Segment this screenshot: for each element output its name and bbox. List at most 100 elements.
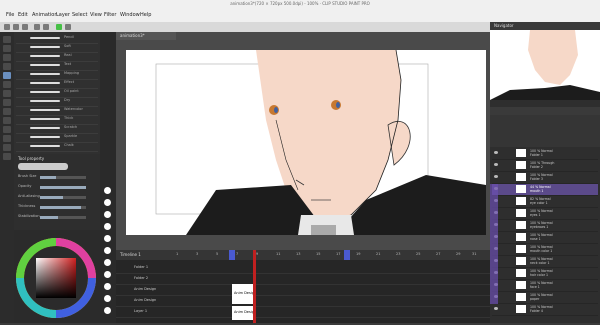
navigator-header: Navigator <box>490 22 600 30</box>
stabilization-slider <box>40 216 59 219</box>
antialiasing-row[interactable]: Anti-aliasing <box>18 193 96 201</box>
layer-thumbnail <box>516 281 526 289</box>
menu-window[interactable]: Window <box>120 12 140 18</box>
color-wheel[interactable] <box>14 230 100 323</box>
thickness-slider <box>40 206 82 209</box>
artwork-drawing <box>155 50 486 235</box>
brush-size-palette <box>100 32 116 323</box>
layer-row[interactable]: 100 % Normal Folder 4 <box>492 304 598 316</box>
tool-palette <box>0 32 14 323</box>
size-dot[interactable] <box>104 283 111 290</box>
menu-filter[interactable]: Filter <box>104 12 116 18</box>
layer-thumbnail <box>516 245 526 253</box>
eyedropper-icon[interactable] <box>3 63 11 70</box>
size-dot[interactable] <box>104 295 111 302</box>
layer-thumbnail <box>516 305 526 313</box>
timeline-row[interactable]: Layer 1 <box>116 306 490 318</box>
layer-row[interactable]: 100 % Normal hair color 1 <box>492 268 598 280</box>
brush-icon[interactable] <box>3 90 11 97</box>
playhead[interactable] <box>253 250 256 323</box>
zoom-icon[interactable] <box>3 36 11 43</box>
subtool-panel: Pencil Soft Real Text Mapping Effect Oil… <box>14 32 100 154</box>
size-dot[interactable] <box>104 199 111 206</box>
layer-row[interactable]: 82 % Normal eye color 1 <box>492 196 598 208</box>
visibility-icon <box>494 175 498 178</box>
layer-properties <box>490 115 600 147</box>
timeline-header: Timeline 1 1 3 5 7 9 11 13 15 17 19 21 2… <box>116 250 490 260</box>
airbrush-icon[interactable] <box>3 99 11 106</box>
layer-thumbnail <box>516 161 526 169</box>
pen-icon[interactable] <box>3 72 11 79</box>
figure-icon[interactable] <box>3 135 11 142</box>
range-start-marker[interactable] <box>229 250 235 260</box>
antialiasing-slider <box>40 196 63 199</box>
brush-size-slider <box>40 176 57 179</box>
opacity-slider <box>40 186 86 189</box>
layer-thumbnail <box>516 185 526 193</box>
color-wheel-panel <box>14 230 100 323</box>
size-dot[interactable] <box>104 259 111 266</box>
layer-row[interactable]: 100 % Normal Folder 1 <box>492 148 598 160</box>
size-dot[interactable] <box>104 271 111 278</box>
menu-layer[interactable]: Layer <box>56 12 70 18</box>
eraser-icon[interactable] <box>3 108 11 115</box>
navigator-preview[interactable] <box>490 30 600 100</box>
undo-icon[interactable] <box>34 24 40 30</box>
brush-preview <box>18 163 68 170</box>
gradient-icon[interactable] <box>3 126 11 133</box>
opacity-row[interactable]: Opacity <box>18 183 96 191</box>
text-icon[interactable] <box>3 144 11 151</box>
open-icon[interactable] <box>13 24 19 30</box>
size-dot[interactable] <box>104 187 111 194</box>
layer-row[interactable]: 100 % Normal paper <box>492 292 598 304</box>
menu-view[interactable]: View <box>90 12 102 18</box>
tool-property-panel: Tool property Brush Size Opacity Anti-al… <box>14 154 100 230</box>
layer-row-selected[interactable]: 44 % Normal mouth 1 <box>492 184 598 196</box>
stabilization-row[interactable]: Stabilization <box>18 213 96 221</box>
pencil-icon[interactable] <box>3 81 11 88</box>
layer-row[interactable]: 100 % Normal face 1 <box>492 280 598 292</box>
range-end-marker[interactable] <box>344 250 350 260</box>
layer-thumbnail <box>516 173 526 181</box>
layer-thumbnail <box>516 269 526 277</box>
subtool-item[interactable]: Chalk <box>16 142 98 152</box>
layer-row[interactable]: 100 % Through Folder 2 <box>492 160 598 172</box>
size-dot[interactable] <box>104 223 111 230</box>
move-icon[interactable] <box>3 45 11 52</box>
menu-select[interactable]: Select <box>72 12 87 18</box>
thickness-row[interactable]: Thickness <box>18 203 96 211</box>
layer-row[interactable]: 100 % Normal Folder 3 <box>492 172 598 184</box>
green-tool-icon[interactable] <box>56 24 62 30</box>
layer-row[interactable]: 100 % Normal mouth color 1 <box>492 244 598 256</box>
folder-indent-bar <box>490 184 498 304</box>
window-title: animation3*(720 × 720px 500.0dpi) - 100%… <box>230 1 370 6</box>
new-icon[interactable] <box>4 24 10 30</box>
layer-thumbnail <box>516 257 526 265</box>
menu-animation[interactable]: Animation <box>32 12 58 18</box>
layer-row[interactable]: 100 % Normal eyebrows 1 <box>492 220 598 232</box>
layer-row[interactable]: 100 % Normal neck color 1 <box>492 256 598 268</box>
layer-row[interactable]: 100 % Normal nose 1 <box>492 232 598 244</box>
visibility-icon <box>494 307 498 310</box>
save-icon[interactable] <box>22 24 28 30</box>
fill-icon[interactable] <box>3 117 11 124</box>
layer-row[interactable]: 100 % Normal eyes 1 <box>492 208 598 220</box>
settings-icon[interactable] <box>65 24 71 30</box>
brush-size-row[interactable]: Brush Size <box>18 173 96 181</box>
layer-thumbnail <box>516 293 526 301</box>
menu-help[interactable]: Help <box>140 12 151 18</box>
layer-thumbnail <box>516 233 526 241</box>
canvas[interactable] <box>126 50 486 235</box>
size-dot[interactable] <box>104 307 111 314</box>
size-dot[interactable] <box>104 211 111 218</box>
size-dot[interactable] <box>104 247 111 254</box>
visibility-icon <box>494 151 498 154</box>
size-dot[interactable] <box>104 235 111 242</box>
canvas-tab[interactable]: animation3* <box>116 32 176 40</box>
blend-icon[interactable] <box>3 153 11 160</box>
menu-edit[interactable]: Edit <box>18 12 28 18</box>
menu-file[interactable]: File <box>6 12 14 18</box>
layer-thumbnail <box>516 209 526 217</box>
redo-icon[interactable] <box>43 24 49 30</box>
selection-icon[interactable] <box>3 54 11 61</box>
